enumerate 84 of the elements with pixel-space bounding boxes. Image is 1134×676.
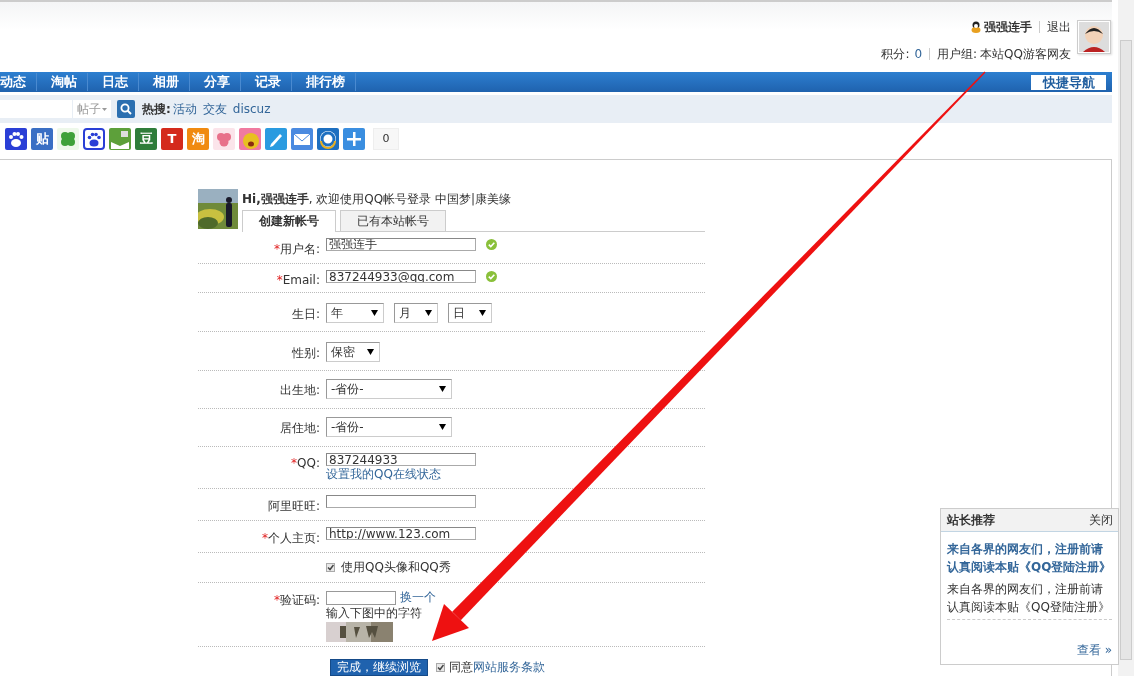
dropdown[interactable]: 日 [448, 303, 492, 323]
plus-icon[interactable] [343, 127, 365, 150]
nav-link[interactable]: 淘帖 [51, 73, 88, 91]
dropdown[interactable]: -省份- [326, 417, 452, 437]
checkbox[interactable] [326, 563, 335, 572]
checkbox-label: 使用QQ头像和QQ秀 [341, 559, 451, 576]
dropdown[interactable]: 年 [326, 303, 384, 323]
cartoon-face-icon[interactable] [239, 127, 261, 150]
points-label: 积分: [881, 45, 910, 63]
nav-link[interactable]: 记录 [255, 73, 292, 91]
dropdown[interactable]: 保密 [326, 342, 380, 362]
hot-search-link[interactable]: 活动 [172, 100, 197, 118]
paw-icon[interactable] [83, 127, 105, 150]
field-label: 用户名: [279, 242, 320, 256]
refresh-captcha-link[interactable]: 换一个 [400, 589, 436, 606]
dropdown-arrow-icon [367, 349, 374, 355]
scrollbar[interactable] [1118, 0, 1134, 676]
text-field[interactable] [326, 495, 476, 508]
popup-title: 站长推荐 [947, 511, 995, 529]
close-link[interactable]: 关闭 [1089, 511, 1113, 529]
agree-label: 同意 [449, 659, 473, 676]
nav-link[interactable]: 动态 [0, 73, 37, 91]
required-mark: * [273, 242, 280, 256]
popup-text: 来自各界的网友们，注册前请认真阅读本贴《QQ登陆注册》 [947, 580, 1112, 620]
points-value[interactable]: 0 [914, 47, 923, 61]
dropdown-arrow-icon [439, 386, 446, 392]
qq-status-link[interactable]: 设置我的QQ在线状态 [326, 466, 476, 483]
tab[interactable]: 已有本站帐号 [340, 210, 446, 231]
field-label: 性别: [291, 346, 320, 360]
avatar[interactable] [1077, 20, 1111, 54]
envelope-icon[interactable] [291, 127, 313, 150]
captcha-hint: 输入下图中的字符 [326, 606, 423, 620]
field-label: 居住地: [279, 421, 320, 435]
field-label: QQ: [297, 456, 320, 470]
ring-icon[interactable] [317, 127, 339, 150]
nav-link[interactable]: 排行榜 [306, 73, 356, 91]
hot-search-label: 热搜: [142, 100, 171, 118]
usergroup-link[interactable]: 本站QQ游客网友 [980, 45, 1071, 63]
penguin-icon [971, 21, 981, 33]
dropdown[interactable]: 月 [394, 303, 438, 323]
greeting-text: Hi,强强连手, 欢迎使用QQ帐号登录 中国梦|康美缘 [242, 191, 513, 208]
checkbox[interactable] [436, 663, 445, 672]
share-tile-icon[interactable]: 豆 [135, 127, 157, 150]
field-label: 验证码: [279, 593, 320, 607]
headline-link[interactable]: 来自各界的网友们，注册前请认真阅读本贴《QQ登陆注册》 [947, 540, 1112, 576]
field-label: 个人主页: [267, 531, 320, 545]
field-label: Email: [282, 273, 320, 287]
share-tile-icon[interactable]: 贴 [31, 127, 53, 150]
nav-link[interactable]: 分享 [204, 73, 241, 91]
dropdown-arrow-icon [439, 424, 446, 430]
quick-nav-button[interactable]: 快捷导航 [1031, 74, 1106, 90]
field-label: 出生地: [279, 383, 320, 397]
dropdown[interactable]: -省份- [326, 379, 452, 399]
logout-link[interactable]: 退出 [1047, 18, 1071, 36]
required-mark: * [261, 531, 268, 545]
caret-icon [102, 107, 107, 111]
share-count: 0 [373, 127, 399, 150]
username-link[interactable]: 强强连手 [984, 18, 1032, 36]
hot-search-link[interactable]: discuz [232, 102, 271, 116]
clover-icon[interactable] [57, 127, 79, 150]
dropdown-arrow-icon [371, 310, 378, 316]
field-label: 生日: [291, 307, 320, 321]
required-mark: * [273, 593, 280, 607]
captcha-field[interactable] [326, 590, 396, 605]
required-mark: * [291, 456, 298, 470]
text-field[interactable]: 837244933 [326, 453, 476, 466]
submit-button[interactable]: 完成，继续浏览 [330, 659, 428, 676]
tab[interactable]: 创建新帐号 [242, 210, 336, 232]
search-button[interactable] [117, 100, 135, 118]
nav-link[interactable]: 日志 [102, 73, 139, 91]
scrollbar-thumb[interactable] [1120, 40, 1132, 660]
search-icon [120, 103, 132, 115]
share-tile-icon[interactable]: T [161, 127, 183, 150]
nav-link[interactable]: 相册 [153, 73, 190, 91]
dropdown-arrow-icon [479, 310, 486, 316]
view-link[interactable]: 查看 » [1076, 643, 1112, 657]
hot-search-link[interactable]: 交友 [202, 100, 227, 118]
usergroup-label: 用户组: [937, 45, 978, 63]
terms-link[interactable]: 网站服务条款 [473, 659, 545, 676]
paw-icon[interactable] [5, 127, 27, 150]
required-mark: * [276, 273, 283, 287]
dropdown-arrow-icon [425, 310, 432, 316]
field-label: 阿里旺旺: [267, 499, 320, 513]
book-icon[interactable] [109, 127, 131, 150]
